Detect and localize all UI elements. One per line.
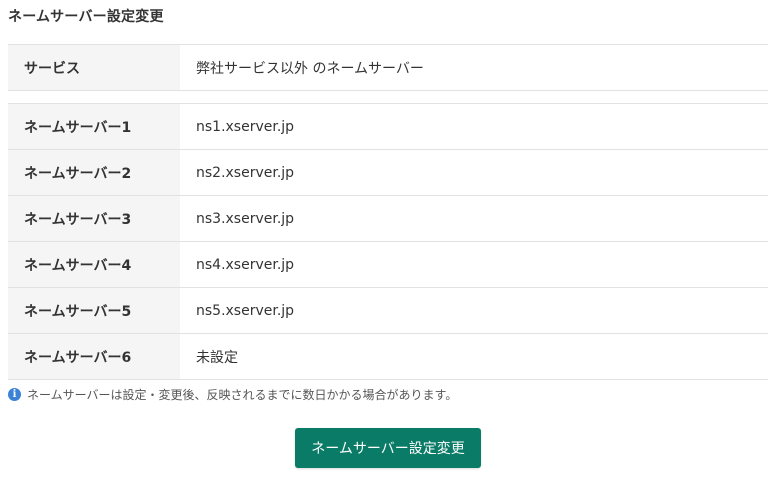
nameserver-value: ns2.xserver.jp (196, 164, 295, 181)
table-row: ネームサーバー4 ns4.xserver.jp (8, 242, 768, 288)
table-row: ネームサーバー2 ns2.xserver.jp (8, 150, 768, 196)
change-nameserver-button[interactable]: ネームサーバー設定変更 (295, 428, 481, 468)
service-label: サービス (8, 45, 180, 90)
table-row: ネームサーバー5 ns5.xserver.jp (8, 288, 768, 334)
nameserver-label: ネームサーバー6 (8, 334, 180, 379)
nameserver-value: ns5.xserver.jp (196, 302, 295, 319)
nameserver-label: ネームサーバー4 (8, 242, 180, 287)
info-note-text: ネームサーバーは設定・変更後、反映されるまでに数日かかる場合があります。 (27, 388, 458, 402)
nameserver-label: ネームサーバー3 (8, 196, 180, 241)
nameserver-label: ネームサーバー1 (8, 104, 180, 149)
nameserver-value: ns3.xserver.jp (196, 210, 295, 227)
info-note: i ネームサーバーは設定・変更後、反映されるまでに数日かかる場合があります。 (8, 386, 457, 403)
nameserver-table: ネームサーバー1 ns1.xserver.jp ネームサーバー2 ns2.xse… (8, 103, 768, 380)
nameserver-value: ns4.xserver.jp (196, 256, 295, 273)
table-row: ネームサーバー1 ns1.xserver.jp (8, 104, 768, 150)
service-row: サービス 弊社サービス以外 のネームサーバー (8, 45, 768, 91)
table-row: ネームサーバー6 未設定 (8, 334, 768, 380)
service-value: 弊社サービス以外 のネームサーバー (196, 60, 424, 77)
table-row: ネームサーバー3 ns3.xserver.jp (8, 196, 768, 242)
page-title: ネームサーバー設定変更 (8, 9, 164, 25)
nameserver-value: 未設定 (196, 349, 238, 366)
nameserver-label: ネームサーバー5 (8, 288, 180, 333)
nameserver-value: ns1.xserver.jp (196, 118, 295, 135)
nameserver-label: ネームサーバー2 (8, 150, 180, 195)
info-icon: i (8, 388, 21, 401)
service-table: サービス 弊社サービス以外 のネームサーバー (8, 44, 768, 91)
